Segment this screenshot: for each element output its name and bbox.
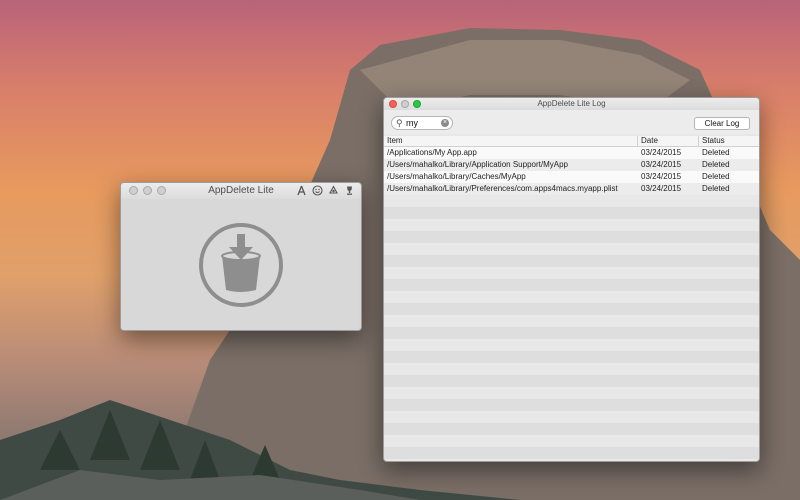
window-controls: [389, 100, 421, 108]
clear-log-button[interactable]: Clear Log: [694, 117, 750, 130]
search-icon: ⚲: [396, 118, 403, 128]
cell-date: 03/24/2015: [641, 148, 682, 157]
search-field[interactable]: ⚲ my ×: [391, 116, 453, 130]
cell-item: /Users/mahalko/Library/Preferences/com.a…: [387, 184, 618, 193]
recycle-icon[interactable]: [327, 184, 339, 196]
minimize-button[interactable]: [401, 100, 409, 108]
clear-search-icon[interactable]: ×: [441, 119, 449, 127]
cell-status: Deleted: [702, 160, 730, 169]
cell-status: Deleted: [702, 184, 730, 193]
column-header-status[interactable]: Status: [702, 136, 725, 146]
zoom-button[interactable]: [413, 100, 421, 108]
table-row[interactable]: /Users/mahalko/Library/Application Suppo…: [384, 159, 759, 171]
empty-table-area: [384, 195, 759, 461]
column-divider[interactable]: [698, 136, 699, 146]
log-window: AppDelete Lite Log ⚲ my × Clear Log Item…: [383, 97, 760, 462]
search-input[interactable]: my: [406, 117, 418, 129]
column-header-item[interactable]: Item: [387, 136, 403, 146]
drop-zone[interactable]: [121, 199, 361, 330]
column-divider[interactable]: [637, 136, 638, 146]
cell-status: Deleted: [702, 172, 730, 181]
log-table: Item Date Status /Applications/My App.ap…: [384, 136, 759, 461]
table-row[interactable]: /Users/mahalko/Library/Preferences/com.a…: [384, 183, 759, 195]
window-title: AppDelete Lite: [208, 185, 274, 196]
drop-bucket-icon: [199, 222, 283, 307]
titlebar-icons: [295, 184, 355, 196]
table-header: Item Date Status: [384, 136, 759, 147]
minimize-button[interactable]: [143, 186, 152, 195]
cell-date: 03/24/2015: [641, 160, 682, 169]
appdelete-window: AppDelete Lite: [120, 182, 362, 331]
window-title: AppDelete Lite Log: [537, 99, 606, 108]
cell-date: 03/24/2015: [641, 184, 682, 193]
appdelete-titlebar: AppDelete Lite: [121, 183, 361, 200]
close-button[interactable]: [389, 100, 397, 108]
cell-item: /Users/mahalko/Library/Application Suppo…: [387, 160, 568, 169]
smiley-icon[interactable]: [311, 184, 323, 196]
cell-date: 03/24/2015: [641, 172, 682, 181]
cell-item: /Applications/My App.app: [387, 148, 477, 157]
column-header-date[interactable]: Date: [641, 136, 658, 146]
close-button[interactable]: [129, 186, 138, 195]
trophy-icon[interactable]: [343, 184, 355, 196]
cell-status: Deleted: [702, 148, 730, 157]
log-toolbar: ⚲ my × Clear Log: [384, 110, 759, 134]
app-store-icon[interactable]: [295, 184, 307, 196]
table-row[interactable]: /Users/mahalko/Library/Caches/MyApp 03/2…: [384, 171, 759, 183]
table-row[interactable]: /Applications/My App.app 03/24/2015 Dele…: [384, 147, 759, 159]
window-controls: [129, 186, 166, 195]
cell-item: /Users/mahalko/Library/Caches/MyApp: [387, 172, 526, 181]
zoom-button[interactable]: [157, 186, 166, 195]
